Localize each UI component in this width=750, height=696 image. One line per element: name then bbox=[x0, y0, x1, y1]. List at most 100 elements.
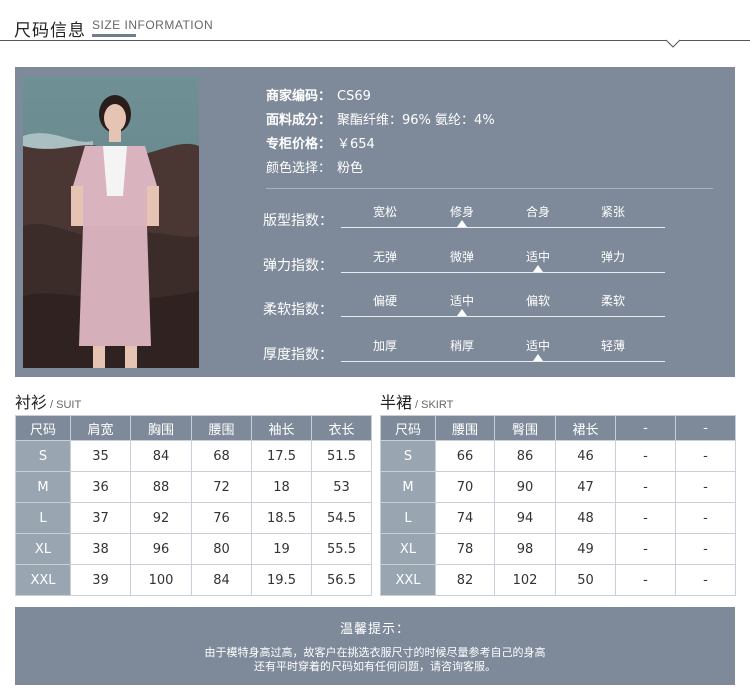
size-cell: XL bbox=[15, 533, 71, 565]
field-label: 商家编码： bbox=[266, 89, 332, 104]
table-cell: - bbox=[675, 471, 736, 503]
index-label: 弹力指数： bbox=[263, 258, 333, 274]
field-value: 粉色 bbox=[337, 161, 364, 176]
suit-title-en: / SUIT bbox=[50, 399, 82, 411]
field-label: 面料成分： bbox=[266, 113, 332, 128]
column-header: 尺码 bbox=[380, 415, 436, 441]
table-cell: 84 bbox=[130, 440, 192, 472]
index-option: 偏硬 bbox=[372, 294, 397, 308]
skirt-section-title: 半裙 / SKIRT bbox=[380, 389, 453, 413]
table-row: S 35 84 68 17.5 51.5 bbox=[15, 440, 372, 472]
table-cell: 80 bbox=[191, 533, 252, 565]
table-row: XXL 82 102 50- - bbox=[380, 564, 736, 596]
column-header: 臀围 bbox=[494, 415, 556, 441]
index-option: 宽松 bbox=[372, 205, 397, 219]
table-cell: 50 bbox=[555, 564, 616, 596]
size-cell: S bbox=[15, 440, 71, 472]
table-cell: 96 bbox=[130, 533, 192, 565]
suit-section-title: 衬衫 / SUIT bbox=[15, 389, 81, 413]
column-header: - bbox=[615, 415, 676, 441]
table-cell: 48 bbox=[555, 502, 616, 534]
model-photo bbox=[23, 76, 199, 368]
table-cell: 38 bbox=[70, 533, 131, 565]
index-option: 柔软 bbox=[600, 294, 625, 308]
table-cell: 19.5 bbox=[251, 564, 312, 596]
table-cell: 18 bbox=[251, 471, 312, 503]
column-header: 裙长 bbox=[555, 415, 616, 441]
table-cell: 51.5 bbox=[311, 440, 372, 472]
column-header: 袖长 bbox=[251, 415, 312, 441]
table-row: M 36 88 72 18 53 bbox=[15, 471, 372, 503]
suit-title: 衬衫 bbox=[15, 393, 48, 412]
table-cell: 19 bbox=[251, 533, 312, 565]
info-divider bbox=[266, 188, 713, 189]
size-cell: M bbox=[380, 471, 436, 503]
table-cell: 76 bbox=[191, 502, 252, 534]
table-cell: - bbox=[675, 533, 736, 565]
table-cell: 98 bbox=[494, 533, 556, 565]
size-cell: XXL bbox=[15, 564, 71, 596]
table-cell: 18.5 bbox=[251, 502, 312, 534]
column-header: 腰围 bbox=[435, 415, 495, 441]
table-cell: 82 bbox=[435, 564, 495, 596]
table-header-row: 尺码 腰围 臀围 裙长 - - bbox=[380, 415, 736, 441]
table-cell: 100 bbox=[130, 564, 192, 596]
size-cell: XL bbox=[380, 533, 436, 565]
table-row: XL 78 98 49- - bbox=[380, 533, 736, 565]
table-cell: 68 bbox=[191, 440, 252, 472]
field-material: 面料成分： 聚酯纤维：96% 氨纶：4% bbox=[266, 109, 495, 128]
table-cell: 72 bbox=[191, 471, 252, 503]
index-option: 偏软 bbox=[525, 294, 550, 308]
field-value: 聚酯纤维：96% 氨纶：4% bbox=[337, 113, 495, 128]
table-cell: 47 bbox=[555, 471, 616, 503]
section-header: 尺码信息 SIZE INFORMATION bbox=[0, 0, 750, 48]
table-cell: 84 bbox=[191, 564, 252, 596]
field-value: CS69 bbox=[337, 89, 371, 104]
index-label: 版型指数： bbox=[263, 213, 333, 229]
table-cell: - bbox=[615, 564, 676, 596]
table-cell: - bbox=[615, 471, 676, 503]
field-value: ￥654 bbox=[337, 137, 375, 152]
table-cell: 37 bbox=[70, 502, 131, 534]
column-header: 腰围 bbox=[191, 415, 252, 441]
index-scale-line bbox=[341, 272, 665, 273]
field-product-code: 商家编码： CS69 bbox=[266, 85, 371, 104]
index-option: 无弹 bbox=[372, 250, 397, 264]
table-cell: 66 bbox=[435, 440, 495, 472]
size-cell: M bbox=[15, 471, 71, 503]
product-info-panel: 商家编码： CS69 面料成分： 聚酯纤维：96% 氨纶：4% 专柜价格： ￥654 … bbox=[15, 67, 735, 377]
table-cell: 46 bbox=[555, 440, 616, 472]
skirt-size-table: 尺码 腰围 臀围 裙长 - - S 66 86 46- - M 70 90 47- - L 74 94 48- - XL… bbox=[380, 415, 736, 596]
table-cell: 54.5 bbox=[311, 502, 372, 534]
selected-marker-icon bbox=[457, 220, 467, 227]
index-option: 紧张 bbox=[600, 205, 625, 219]
index-option: 稍厚 bbox=[449, 339, 474, 353]
table-cell: 90 bbox=[494, 471, 556, 503]
index-option: 适中 bbox=[449, 294, 474, 308]
table-cell: 88 bbox=[130, 471, 192, 503]
table-row: L 74 94 48- - bbox=[380, 502, 736, 534]
table-cell: 92 bbox=[130, 502, 192, 534]
field-label: 专柜价格： bbox=[266, 137, 332, 152]
index-label: 厚度指数： bbox=[263, 347, 333, 363]
index-label: 柔软指数： bbox=[263, 302, 333, 318]
table-cell: - bbox=[675, 502, 736, 534]
table-cell: - bbox=[615, 502, 676, 534]
notice-title: 温馨提示： bbox=[339, 622, 410, 637]
index-option: 加厚 bbox=[372, 339, 397, 353]
field-label: 颜色选择： bbox=[266, 161, 332, 176]
column-header: 衣长 bbox=[311, 415, 372, 441]
index-scale-line bbox=[341, 227, 665, 228]
skirt-title-en: / SKIRT bbox=[415, 399, 454, 411]
size-cell: S bbox=[380, 440, 436, 472]
table-cell: 39 bbox=[70, 564, 131, 596]
table-cell: - bbox=[675, 440, 736, 472]
size-cell: L bbox=[380, 502, 436, 534]
notice-box: 温馨提示： 由于模特身高过高，故客户在挑选衣服尺寸的时候尽量参考自己的身高 还有… bbox=[15, 607, 735, 685]
table-cell: 78 bbox=[435, 533, 495, 565]
table-row: XL 38 96 80 19 55.5 bbox=[15, 533, 372, 565]
index-option: 适中 bbox=[525, 339, 550, 353]
column-header: 尺码 bbox=[15, 415, 71, 441]
index-scale-line bbox=[341, 316, 665, 317]
table-cell: 70 bbox=[435, 471, 495, 503]
